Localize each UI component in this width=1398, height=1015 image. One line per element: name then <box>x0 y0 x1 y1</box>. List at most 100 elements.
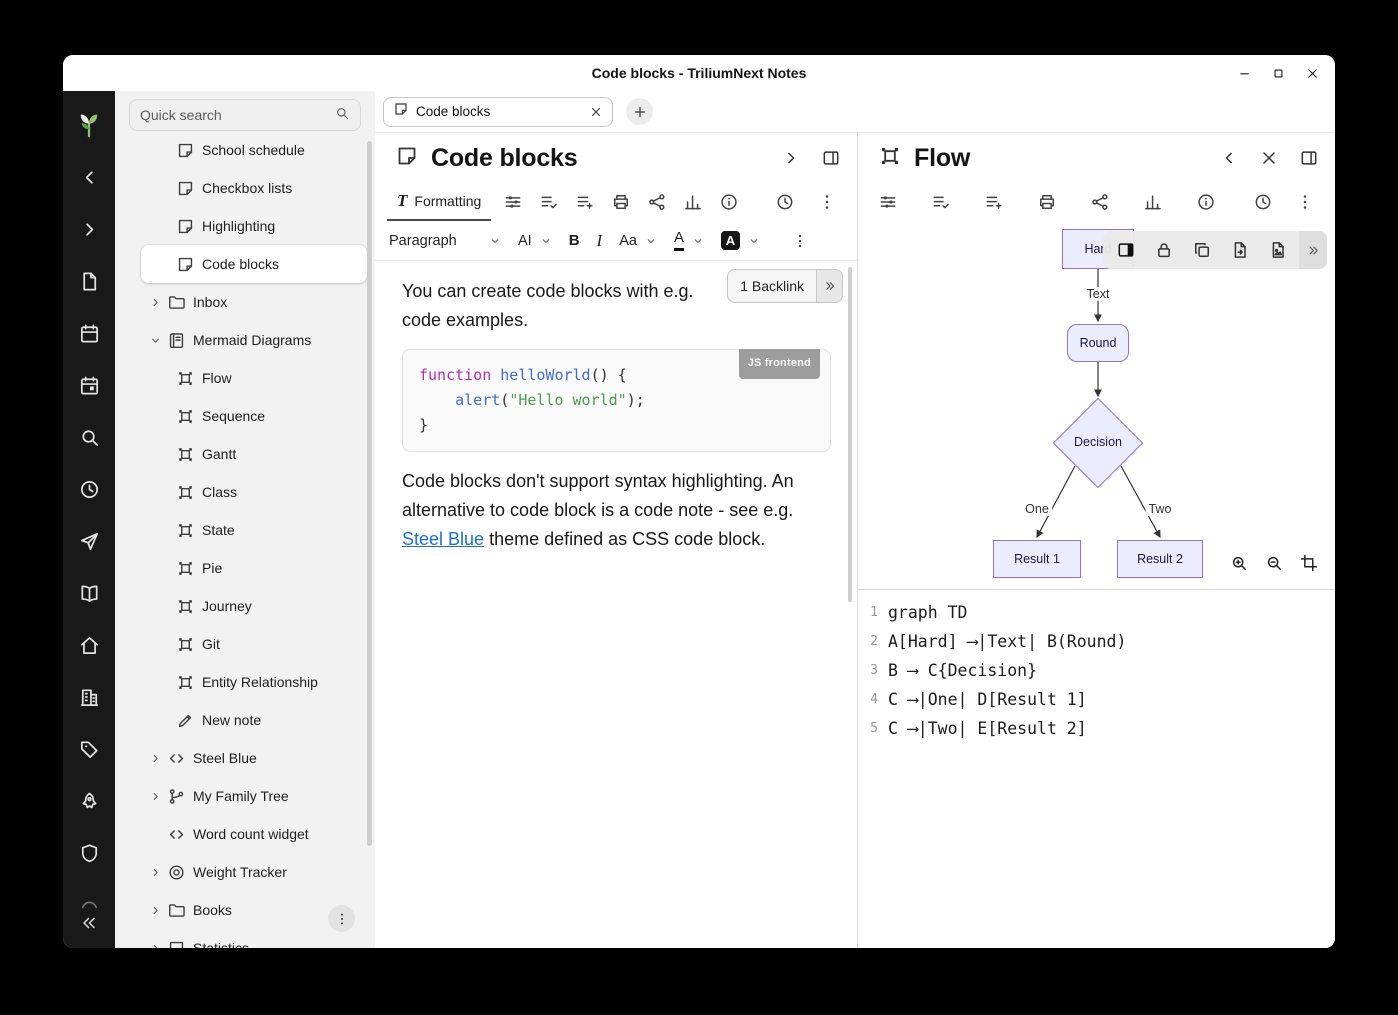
backlink-count[interactable]: 1 Backlink <box>728 270 816 302</box>
calendar-button[interactable] <box>69 313 109 353</box>
tab-formatting[interactable]: T Formatting <box>387 183 491 221</box>
tree-item-pie[interactable]: Pie <box>141 549 367 587</box>
revisions-button[interactable] <box>775 192 795 212</box>
revisions-button[interactable] <box>1253 192 1273 212</box>
more-formatting-button[interactable] <box>791 232 809 250</box>
maximize-button[interactable] <box>1267 62 1289 84</box>
tree-item-statistics[interactable]: Statistics <box>141 929 367 948</box>
editor-content[interactable]: You can create code blocks with e.g. cod… <box>375 261 857 948</box>
tree-item-git[interactable]: Git <box>141 625 367 663</box>
tree-item-journey[interactable]: Journey <box>141 587 367 625</box>
tree-item-sequence[interactable]: Sequence <box>141 397 367 435</box>
content-scrollbar[interactable] <box>848 267 852 602</box>
bold-button[interactable]: B <box>569 232 580 249</box>
minimize-button[interactable] <box>1233 62 1255 84</box>
expand-pane-button[interactable] <box>781 148 801 168</box>
tree-item-new-note[interactable]: New note <box>141 701 367 739</box>
inherited-attributes-button[interactable] <box>984 192 1004 212</box>
export-svg-button[interactable] <box>1221 231 1259 269</box>
new-note-button[interactable] <box>69 261 109 301</box>
recent-changes-button[interactable] <box>69 469 109 509</box>
expander-icon[interactable] <box>143 334 167 347</box>
collapse-pane-button[interactable] <box>1219 148 1239 168</box>
search-button[interactable] <box>69 417 109 457</box>
note-paths-button[interactable] <box>1037 192 1057 212</box>
font-color-dropdown[interactable]: A <box>674 230 704 251</box>
tab-close-button[interactable] <box>589 105 603 119</box>
collapse-rail-button[interactable] <box>74 910 104 936</box>
owned-attributes-button[interactable] <box>931 192 951 212</box>
expander-icon[interactable] <box>143 942 167 949</box>
ai-dropdown[interactable]: AI <box>518 233 552 249</box>
more-options-button[interactable] <box>817 192 837 212</box>
code-block[interactable]: JS frontend function helloWorld() { aler… <box>402 349 831 452</box>
tree-item-inbox[interactable]: Inbox <box>141 283 367 321</box>
reset-pan-zoom-button[interactable] <box>1299 553 1319 573</box>
bookmark-rocket-button[interactable] <box>69 781 109 821</box>
tree-item-code-blocks[interactable]: Code blocks <box>141 245 367 283</box>
note-title[interactable]: Code blocks <box>431 144 577 173</box>
new-tab-button[interactable] <box>626 98 653 125</box>
more-options-button[interactable] <box>1295 192 1315 212</box>
quick-search[interactable] <box>129 99 361 131</box>
similar-notes-button[interactable] <box>1143 192 1163 212</box>
tree-item-weight-tracker[interactable]: Weight Tracker <box>141 853 367 891</box>
expander-icon[interactable] <box>143 296 167 309</box>
tree-item-checkbox-lists[interactable]: Checkbox lists <box>141 169 367 207</box>
tree-item-word-count-widget[interactable]: Word count widget <box>141 815 367 853</box>
expander-icon[interactable] <box>143 752 167 765</box>
bookmark-book-button[interactable] <box>69 573 109 613</box>
mermaid-preview[interactable]: HardRoundDecisionResult 1Result 2TextOne… <box>858 221 1335 590</box>
tab-code-blocks[interactable]: Code blocks <box>383 97 613 127</box>
toggle-right-pane-button[interactable] <box>821 148 841 168</box>
tree-item-highlighting[interactable]: Highlighting <box>141 207 367 245</box>
italic-button[interactable]: I <box>597 231 603 251</box>
bookmark-tag-button[interactable] <box>69 729 109 769</box>
tree-scrollbar[interactable] <box>367 141 372 846</box>
tree-item-entity-relationship[interactable]: Entity Relationship <box>141 663 367 701</box>
close-pane-button[interactable] <box>1259 148 1279 168</box>
tree-item-steel-blue[interactable]: Steel Blue <box>141 739 367 777</box>
background-color-dropdown[interactable]: A <box>721 231 760 250</box>
toggle-editor-button[interactable] <box>1107 231 1145 269</box>
today-button[interactable] <box>69 365 109 405</box>
bookmark-building-button[interactable] <box>69 677 109 717</box>
forward-button[interactable] <box>69 209 109 249</box>
backlink-widget[interactable]: 1 Backlink <box>727 269 843 303</box>
tree-item-my-family-tree[interactable]: My Family Tree <box>141 777 367 815</box>
bookmark-home-button[interactable] <box>69 625 109 665</box>
note-map-button[interactable] <box>1090 192 1110 212</box>
backlink-collapse-button[interactable] <box>816 270 842 302</box>
bookmark-shield-button[interactable] <box>69 833 109 873</box>
expander-icon[interactable] <box>143 790 167 803</box>
quick-search-input[interactable] <box>140 107 334 123</box>
mermaid-source-editor[interactable]: 1graph TD2A[Hard] ⟶|Text| B(Round)3B ⟶ C… <box>858 590 1335 948</box>
note-title[interactable]: Flow <box>914 144 970 173</box>
toggle-split-button[interactable] <box>1299 148 1319 168</box>
tree-item-class[interactable]: Class <box>141 473 367 511</box>
tree-options-button[interactable] <box>328 905 355 932</box>
expander-icon[interactable] <box>143 866 167 879</box>
export-png-button[interactable] <box>1259 231 1297 269</box>
owned-attributes-button[interactable] <box>539 192 559 212</box>
font-size-dropdown[interactable]: Aa <box>619 233 657 249</box>
basic-properties-button[interactable] <box>878 192 898 212</box>
similar-notes-button[interactable] <box>683 192 703 212</box>
diagram-toolbar-collapse-button[interactable] <box>1299 231 1327 269</box>
basic-properties-button[interactable] <box>503 192 523 212</box>
expander-icon[interactable] <box>143 904 167 917</box>
steel-blue-link[interactable]: Steel Blue <box>402 529 484 549</box>
lock-diagram-button[interactable] <box>1145 231 1183 269</box>
inherited-attributes-button[interactable] <box>575 192 595 212</box>
tree-item-school-schedule[interactable]: School schedule <box>141 131 367 169</box>
tree-item-gantt[interactable]: Gantt <box>141 435 367 473</box>
zoom-in-button[interactable] <box>1229 553 1249 573</box>
zoom-out-button[interactable] <box>1264 553 1284 573</box>
note-info-button[interactable] <box>1196 192 1216 212</box>
tree-item-state[interactable]: State <box>141 511 367 549</box>
note-paths-button[interactable] <box>611 192 631 212</box>
back-button[interactable] <box>69 157 109 197</box>
tree-item-flow[interactable]: Flow <box>141 359 367 397</box>
note-map-button[interactable] <box>647 192 667 212</box>
jump-to-note-button[interactable] <box>69 521 109 561</box>
